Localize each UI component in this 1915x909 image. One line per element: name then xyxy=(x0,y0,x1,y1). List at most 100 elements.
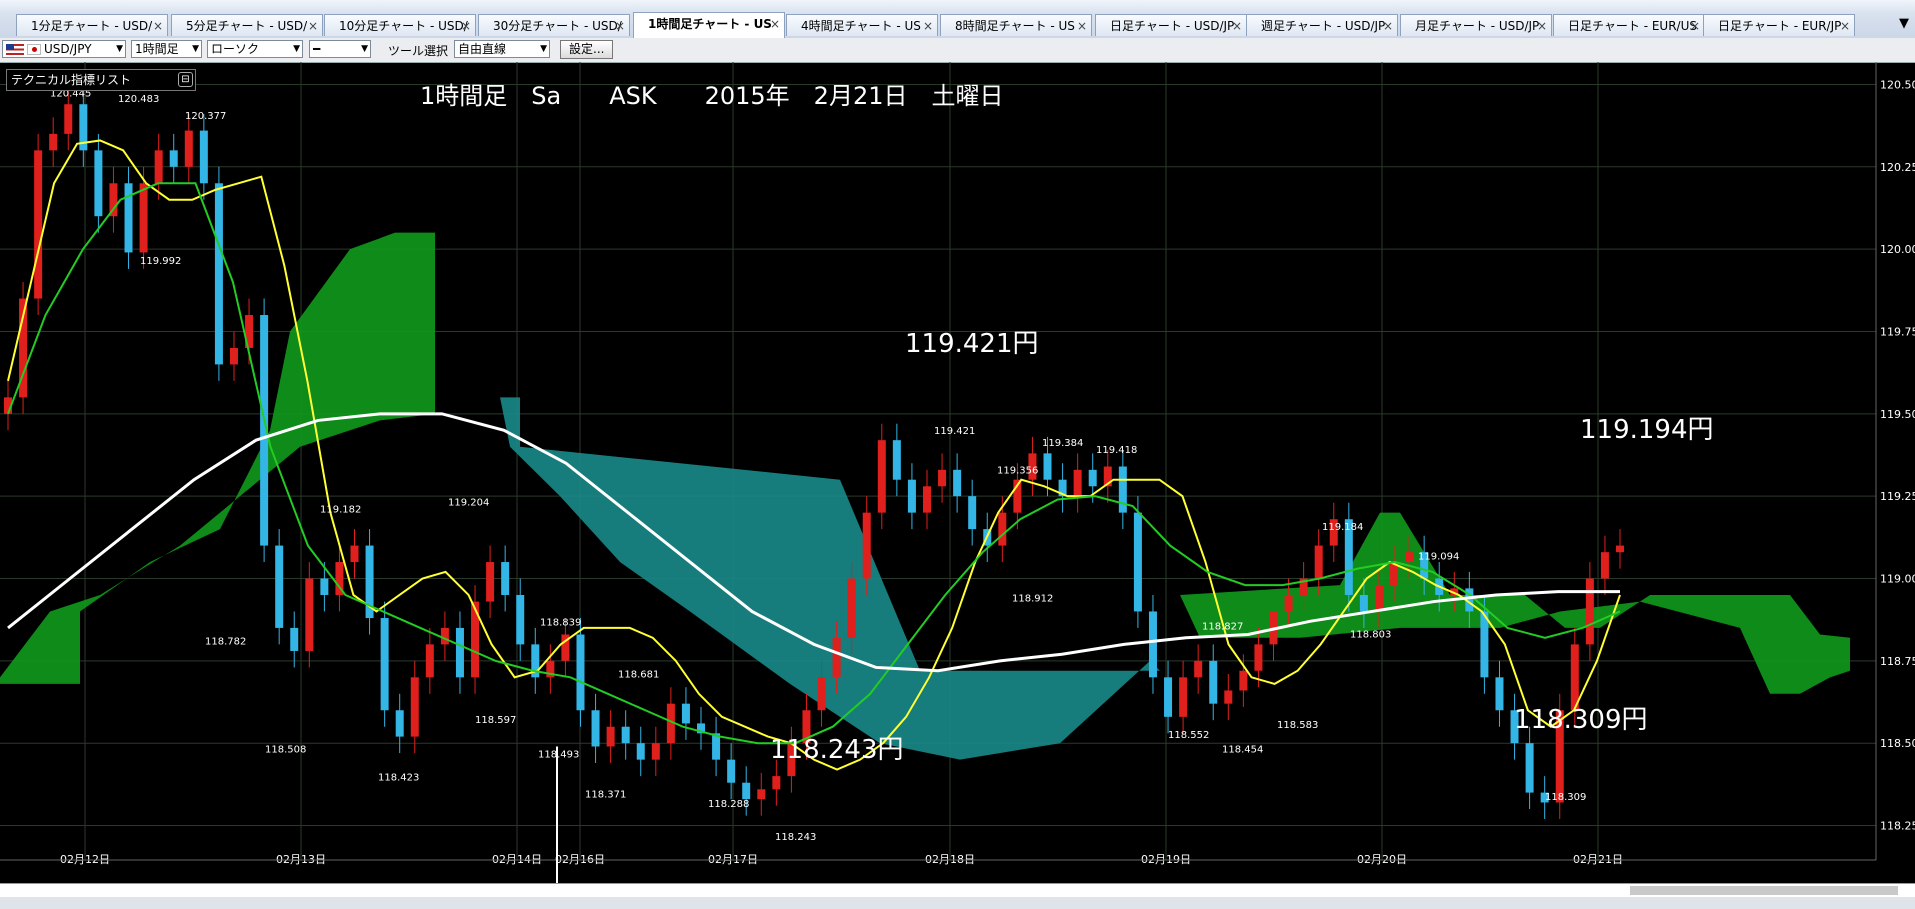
price-annotation: 119.182 xyxy=(320,505,361,516)
close-icon[interactable]: × xyxy=(615,15,625,36)
y-tick-label: 119.00 xyxy=(1880,573,1915,586)
candle-body xyxy=(516,594,525,645)
horizontal-scrollbar[interactable] xyxy=(0,883,1915,898)
price-annotation: 118.423 xyxy=(378,773,419,784)
candle-body xyxy=(305,578,314,651)
candle-body xyxy=(1600,552,1609,579)
jp-flag-icon xyxy=(27,44,41,55)
candle-body xyxy=(440,627,449,645)
close-icon[interactable]: × xyxy=(461,15,471,36)
tab-11[interactable]: 日足チャート - EUR/US × xyxy=(1553,14,1705,36)
candle-body xyxy=(410,677,419,737)
price-annotation: 118.288 xyxy=(708,799,749,810)
collapse-icon[interactable]: ⊟ xyxy=(178,72,193,87)
price-annotation: 119.421 xyxy=(934,426,975,437)
candle-body xyxy=(1284,594,1293,612)
candle-body xyxy=(290,627,299,651)
close-icon[interactable]: × xyxy=(1690,15,1700,36)
candle-body xyxy=(154,150,163,184)
tab-7[interactable]: 8時間足チャート - US × xyxy=(940,14,1092,36)
price-annotation: 119.356 xyxy=(997,465,1038,476)
scroll-thumb[interactable] xyxy=(1630,886,1898,895)
tab-2[interactable]: 5分足チャート - USD/× xyxy=(171,14,323,36)
close-icon[interactable]: × xyxy=(770,13,780,35)
tab-1[interactable]: 1分足チャート - USD/× xyxy=(16,14,168,36)
tab-10[interactable]: 月足チャート - USD/JP × xyxy=(1400,14,1552,36)
tab-menu-icon[interactable]: ▼ xyxy=(1899,16,1909,31)
big-price-label: 118.243円 xyxy=(770,735,904,765)
price-annotation: 118.309 xyxy=(1545,792,1586,803)
candle-body xyxy=(214,183,223,365)
tab-label: 月足チャート - USD/JP xyxy=(1415,19,1540,33)
candle-body xyxy=(1209,660,1218,704)
price-chart[interactable]: 120.50 120.25 120.00 119.75 119.50 119.25 119.… xyxy=(0,62,1915,883)
settings-button[interactable]: 設定... xyxy=(560,40,614,59)
candle-body xyxy=(606,726,615,747)
chart-type-select[interactable]: ローソク ▼ xyxy=(207,40,303,58)
candle-body xyxy=(1254,644,1263,671)
price-annotation: 119.418 xyxy=(1096,445,1137,456)
candle-body xyxy=(1118,466,1127,513)
line-style-select[interactable]: ━ ▼ xyxy=(309,40,371,58)
candle-body xyxy=(395,710,404,737)
candle-body xyxy=(1374,585,1383,612)
candle-body xyxy=(1043,453,1052,480)
candle-body xyxy=(124,183,133,253)
candle-body xyxy=(275,545,284,628)
candle-body xyxy=(425,644,434,678)
chevron-down-icon: ▼ xyxy=(116,44,123,54)
price-annotation: 118.803 xyxy=(1350,629,1391,640)
tab-9[interactable]: 週足チャート - USD/JP × xyxy=(1246,14,1398,36)
candle-body xyxy=(862,512,871,579)
price-annotation: 118.782 xyxy=(205,636,246,647)
candle-body xyxy=(199,130,208,184)
tab-4[interactable]: 30分足チャート - USD/× xyxy=(478,14,630,36)
candle-body xyxy=(817,677,826,711)
chart-title: 1時間足 Sa ASK 2015年 2月21日 土曜日 xyxy=(420,82,1004,110)
tab-label: 5分足チャート - USD/ xyxy=(186,19,308,33)
candle-body xyxy=(772,776,781,790)
candle-body xyxy=(1073,469,1082,497)
close-icon[interactable]: × xyxy=(1232,15,1242,36)
tab-12[interactable]: 日足チャート - EUR/JP × xyxy=(1703,14,1855,36)
price-annotation: 118.493 xyxy=(538,749,579,760)
price-annotation: 118.454 xyxy=(1222,744,1263,755)
chevron-down-icon: ▼ xyxy=(361,44,368,54)
price-annotation: 118.243 xyxy=(775,832,816,843)
candle-body xyxy=(1359,594,1368,612)
candle-body xyxy=(94,150,103,217)
close-icon[interactable]: × xyxy=(1383,15,1393,36)
timeframe-select[interactable]: 1時間足 ▼ xyxy=(131,40,202,58)
y-tick-label: 119.75 xyxy=(1880,325,1915,338)
candle-body xyxy=(651,743,660,760)
y-tick-label: 120.25 xyxy=(1880,161,1915,174)
chevron-down-icon: ▼ xyxy=(293,44,300,54)
tab-6[interactable]: 4時間足チャート - US × xyxy=(786,14,938,36)
tab-5[interactable]: 1時間足チャート - US × xyxy=(633,12,785,38)
candle-body xyxy=(832,637,841,678)
close-icon[interactable]: × xyxy=(308,15,318,36)
us-flag-icon xyxy=(6,44,24,55)
pair-value: USD/JPY xyxy=(44,42,92,56)
close-icon[interactable]: × xyxy=(1077,15,1087,36)
indicator-list-box[interactable]: テクニカル指標リスト ⊟ xyxy=(6,69,196,91)
candle-body xyxy=(1495,677,1504,711)
close-icon[interactable]: × xyxy=(1537,15,1547,36)
tab-8[interactable]: 日足チャート - USD/JP × xyxy=(1095,14,1247,36)
tool-select[interactable]: 自由直線 ▼ xyxy=(454,40,550,58)
close-icon[interactable]: × xyxy=(1840,15,1850,36)
y-tick-label: 120.00 xyxy=(1880,243,1915,256)
cloud-3 xyxy=(1180,512,1850,694)
tab-3[interactable]: 10分足チャート - USD/× xyxy=(324,14,476,36)
price-annotation: 119.184 xyxy=(1322,522,1363,533)
candle-body xyxy=(847,578,856,638)
close-icon[interactable]: × xyxy=(923,15,933,36)
candle-body xyxy=(34,150,43,299)
tab-label: 日足チャート - USD/JP xyxy=(1110,19,1235,33)
tab-label: 8時間足チャート - US xyxy=(955,19,1075,33)
candle-body xyxy=(1088,469,1097,487)
close-icon[interactable]: × xyxy=(153,15,163,36)
tab-label: 週足チャート - USD/JP xyxy=(1261,19,1386,33)
price-annotation: 118.597 xyxy=(475,715,516,726)
pair-select[interactable]: USD/JPY ▼ xyxy=(2,40,126,58)
